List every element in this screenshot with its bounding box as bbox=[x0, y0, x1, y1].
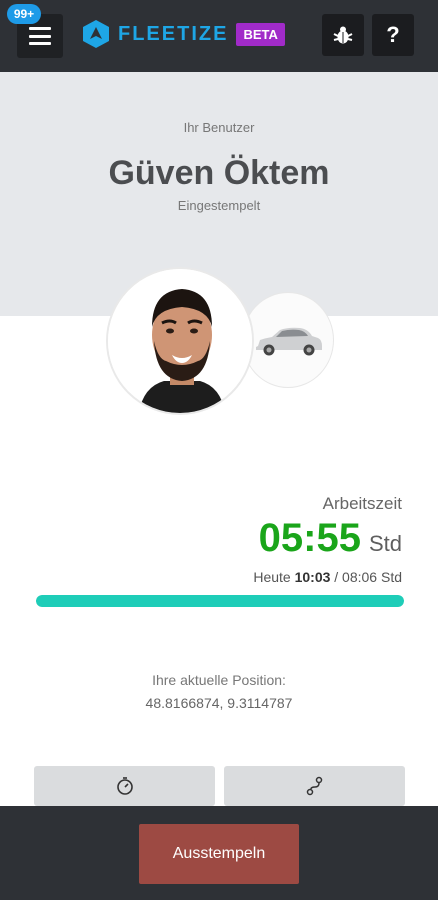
worktime-progress-fill bbox=[36, 595, 404, 607]
stopwatch-icon bbox=[116, 777, 133, 795]
worktime-label: Arbeitszeit bbox=[322, 494, 402, 513]
user-caption: Ihr Benutzer bbox=[183, 120, 255, 135]
help-button[interactable]: ? bbox=[372, 14, 414, 56]
user-status: Eingestempelt bbox=[177, 198, 261, 213]
timer-button[interactable] bbox=[34, 766, 215, 806]
route-icon bbox=[306, 776, 322, 796]
position-coordinates: 48.8166874, 9.3114787 bbox=[145, 695, 293, 711]
hamburger-menu-icon bbox=[29, 27, 51, 45]
user-name: Güven Öktem bbox=[108, 154, 330, 192]
vehicle-avatar[interactable] bbox=[242, 292, 334, 388]
position-label: Ihre aktuelle Position: bbox=[152, 672, 286, 688]
car-icon bbox=[256, 327, 322, 356]
app-logo: FLEETIZE BETA bbox=[82, 19, 285, 49]
clock-out-button[interactable]: Ausstempeln bbox=[139, 824, 299, 884]
today-suffix: / 08:06 Std bbox=[334, 569, 402, 585]
notification-badge[interactable]: 99+ bbox=[7, 4, 41, 24]
top-bar: 99+ FLEETIZE BETA ? bbox=[0, 0, 438, 72]
today-prefix: Heute bbox=[253, 569, 291, 585]
route-button[interactable] bbox=[224, 766, 405, 806]
worktime-display: 05:55 Std bbox=[259, 516, 402, 561]
help-icon: ? bbox=[386, 22, 400, 47]
worktime-value: 05:55 bbox=[258, 516, 361, 560]
bug-report-button[interactable] bbox=[322, 14, 364, 56]
bug-icon bbox=[333, 26, 353, 44]
fleetize-logo-icon bbox=[83, 20, 109, 48]
today-value: 10:03 bbox=[294, 569, 331, 585]
worktime-today: Heute 10:03 / 08:06 Std bbox=[253, 569, 402, 585]
app-name: FLEETIZE bbox=[118, 22, 229, 45]
beta-badge: BETA bbox=[236, 22, 285, 46]
worktime-progress-bar bbox=[36, 595, 404, 607]
user-avatar[interactable] bbox=[106, 267, 254, 415]
user-photo bbox=[108, 269, 252, 413]
worktime-unit: Std bbox=[368, 531, 402, 556]
